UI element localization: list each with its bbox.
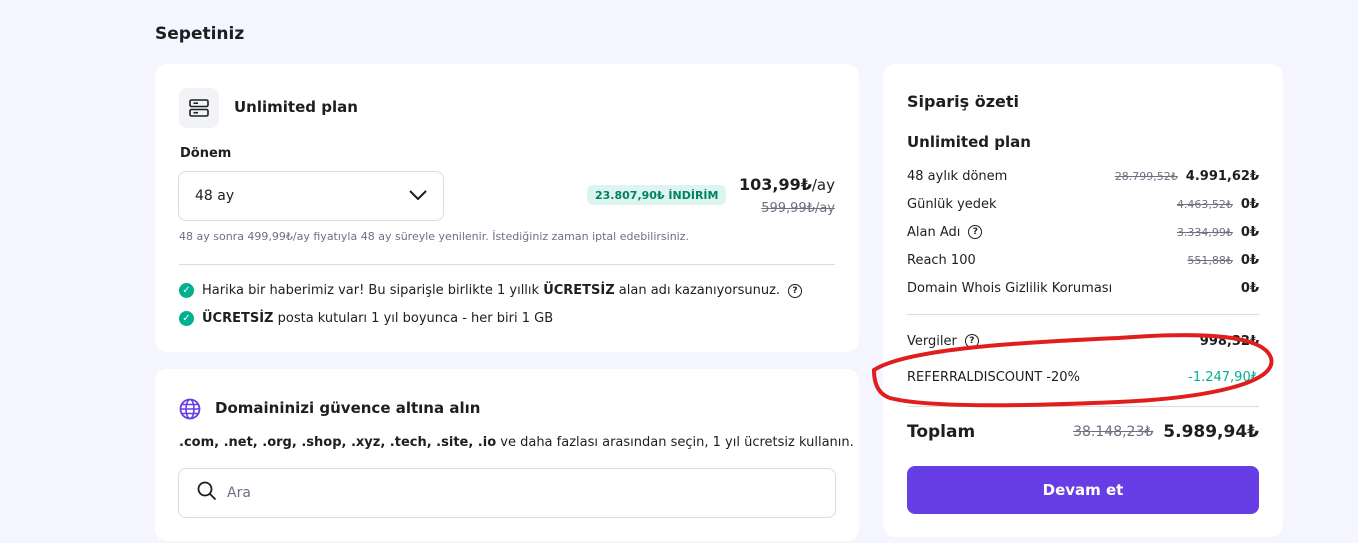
period-select[interactable]: 48 ay (178, 171, 444, 221)
row-new-price: 0₺ (1240, 280, 1259, 296)
row-old-price: 3.334,99₺ (1176, 225, 1233, 239)
feature-text: ÜCRETSİZ posta kutuları 1 yıl boyunca - … (202, 311, 553, 326)
row-label: Alan Adı (907, 224, 961, 240)
period-label: Dönem (180, 146, 232, 161)
feature-text: Harika bir haberimiz var! Bu siparişle b… (202, 283, 780, 298)
divider (907, 314, 1259, 315)
feature-text-bold: ÜCRETSİZ (202, 311, 274, 326)
price-main: 103,99₺/ay (739, 175, 835, 194)
chevron-down-icon (409, 188, 427, 204)
help-icon[interactable]: ? (788, 283, 803, 298)
coupon-value: -1.247,90₺ (1188, 369, 1259, 385)
feature-text-bold: ÜCRETSİZ (543, 283, 615, 298)
summary-title: Sipariş özeti (907, 92, 1020, 111)
price-old: 599,99₺/ay (761, 201, 835, 216)
total-old-price: 38.148,23₺ (1073, 424, 1154, 440)
summary-total: Toplam 38.148,23₺ 5.989,94₺ (907, 422, 1259, 442)
row-label: Reach 100 (907, 252, 976, 268)
help-icon[interactable]: ? (964, 334, 979, 348)
row-new-price: 4.991,62₺ (1185, 168, 1259, 184)
domain-search-box[interactable] (178, 468, 836, 518)
globe-icon (179, 398, 201, 424)
domain-search-input[interactable] (227, 485, 627, 501)
search-icon (197, 481, 217, 505)
row-new-price: 0₺ (1240, 252, 1259, 268)
domain-card: Domaininizi güvence altına alın .com, .n… (155, 369, 859, 541)
order-summary-card: Sipariş özeti Unlimited plan 48 aylık dö… (883, 64, 1283, 537)
domain-title: Domaininizi güvence altına alın (215, 399, 481, 417)
domain-desc: .com, .net, .org, .shop, .xyz, .tech, .s… (179, 435, 854, 450)
row-label: 48 aylık dönem (907, 168, 1008, 184)
row-new-price: 0₺ (1240, 196, 1259, 212)
summary-plan-name: Unlimited plan (907, 133, 1031, 151)
coupon-label: REFERRALDISCOUNT -20% (907, 369, 1080, 385)
check-icon: ✓ (179, 283, 194, 298)
divider (907, 406, 1259, 407)
row-label: Günlük yedek (907, 196, 997, 212)
help-icon[interactable]: ? (968, 225, 983, 239)
feature-text-pre: Harika bir haberimiz var! Bu siparişle b… (202, 283, 544, 298)
domain-desc-rest: ve daha fazlası arasından seçin, 1 yıl ü… (496, 435, 854, 450)
plan-name: Unlimited plan (234, 98, 358, 116)
total-new-price: 5.989,94₺ (1163, 422, 1259, 442)
summary-row-backup: Günlük yedek 4.463,52₺ 0₺ (907, 194, 1259, 214)
plan-card: Unlimited plan Dönem 48 ay 23.807,90₺ İN… (155, 64, 859, 352)
total-label: Toplam (907, 422, 976, 442)
tax-value: 998,32₺ (1199, 333, 1259, 349)
domain-tlds: .com, .net, .org, .shop, .xyz, .tech, .s… (179, 435, 497, 450)
price-value: 103,99₺ (739, 175, 812, 194)
summary-row-domain: Alan Adı? 3.334,99₺ 0₺ (907, 222, 1259, 242)
row-label: Domain Whois Gizlilik Koruması (907, 280, 1113, 296)
period-value: 48 ay (195, 188, 235, 204)
summary-row-reach: Reach 100 551,88₺ 0₺ (907, 250, 1259, 270)
check-icon: ✓ (179, 311, 194, 326)
price-unit: /ay (811, 176, 835, 194)
server-icon (179, 88, 219, 128)
row-label: Vergiler (907, 333, 957, 349)
row-old-price: 4.463,52₺ (1176, 197, 1233, 211)
divider (179, 264, 835, 265)
feature-free-domain: ✓ Harika bir haberimiz var! Bu siparişle… (179, 283, 803, 298)
row-new-price: 0₺ (1240, 224, 1259, 240)
renew-note: 48 ay sonra 499,99₺/ay fiyatıyla 48 ay s… (179, 230, 690, 243)
feature-text-post: alan adı kazanıyorsunuz. (614, 283, 781, 298)
summary-row-coupon: REFERRALDISCOUNT -20% -1.247,90₺ (907, 367, 1259, 387)
summary-row-tax: Vergiler? 998,32₺ (907, 331, 1259, 351)
row-old-price: 551,88₺ (1187, 253, 1233, 267)
feature-text-post: posta kutuları 1 yıl boyunca - her biri … (273, 311, 554, 326)
summary-row-whois: Domain Whois Gizlilik Koruması 0₺ (907, 278, 1259, 298)
page-title: Sepetiniz (155, 24, 245, 44)
summary-row-period: 48 aylık dönem 28.799,52₺ 4.991,62₺ (907, 166, 1259, 186)
row-old-price: 28.799,52₺ (1114, 169, 1178, 183)
feature-free-mailbox: ✓ ÜCRETSİZ posta kutuları 1 yıl boyunca … (179, 311, 553, 326)
discount-badge: 23.807,90₺ İNDİRİM (587, 185, 727, 205)
continue-button[interactable]: Devam et (907, 466, 1259, 514)
